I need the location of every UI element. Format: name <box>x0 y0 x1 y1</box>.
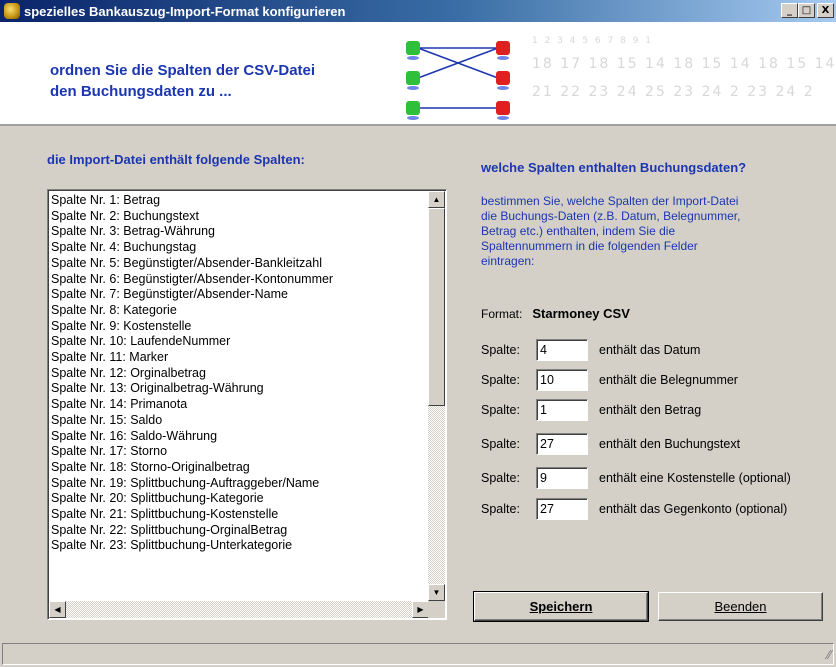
booking-data-heading: welche Spalten enthalten Buchungsdaten? <box>481 160 747 175</box>
list-item[interactable]: Spalte Nr. 2: Buchungstext <box>51 209 426 225</box>
title-bar[interactable]: spezielles Bankauszug-Import-Format konf… <box>0 0 836 22</box>
banner-line-1: ordnen Sie die Spalten der CSV-Datei <box>50 62 316 79</box>
vertical-scrollbar[interactable]: ▲ ▼ <box>428 191 445 601</box>
date-column-input[interactable] <box>536 339 588 361</box>
status-bar: ⁄⁄ <box>2 643 834 665</box>
instruction-line: Spaltennummern in die folgenden Felder <box>481 239 698 253</box>
instruction-line: die Buchungs-Daten (z.B. Datum, Belegnum… <box>481 209 741 223</box>
list-item[interactable]: Spalte Nr. 10: LaufendeNummer <box>51 334 426 350</box>
close-button[interactable]: X <box>817 3 834 18</box>
column-list: Spalte Nr. 1: Betrag Spalte Nr. 2: Buchun… <box>51 193 426 554</box>
booking-text-desc: enthält den Buchungstext <box>599 437 741 451</box>
deco-row: 1 2 3 4 5 6 7 8 9 1 <box>532 36 654 46</box>
instruction-line: Betrag etc.) enthalten, indem Sie die <box>481 224 676 238</box>
exit-button-label: Beenden <box>714 599 767 614</box>
list-item[interactable]: Spalte Nr. 23: Splittbuchung-Unterkatego… <box>51 538 426 554</box>
instruction-line: bestimmen Sie, welche Spalten der Import… <box>481 194 739 208</box>
save-button-label: Speichern <box>529 599 593 614</box>
list-item[interactable]: Spalte Nr. 3: Betrag-Währung <box>51 224 426 240</box>
format-row: Format: Starmoney CSV <box>481 306 630 321</box>
column-label: Spalte: <box>481 403 520 417</box>
counter-account-row: Spalte: enthält das Gegenkonto (optional… <box>481 497 787 521</box>
list-item[interactable]: Spalte Nr. 8: Kategorie <box>51 303 426 319</box>
maximize-button[interactable]: □ <box>798 3 815 18</box>
list-item[interactable]: Spalte Nr. 22: Splittbuchung-OrginalBetr… <box>51 523 426 539</box>
calendar-decoration: 1 2 3 4 5 6 7 8 9 1 18 17 18 15 14 18 15… <box>532 30 836 120</box>
scroll-down-button[interactable]: ▼ <box>428 584 445 601</box>
list-item[interactable]: Spalte Nr. 17: Storno <box>51 444 426 460</box>
cost-center-desc: enthält eine Kostenstelle (optional) <box>599 471 791 485</box>
column-label: Spalte: <box>481 373 520 387</box>
list-item[interactable]: Spalte Nr. 15: Saldo <box>51 413 426 429</box>
counter-account-input[interactable] <box>536 498 588 520</box>
deco-row: 18 17 18 15 14 18 15 14 18 15 14 <box>532 56 836 72</box>
scroll-left-button[interactable]: ◀ <box>49 601 66 618</box>
format-value: Starmoney CSV <box>532 306 630 321</box>
date-column-desc: enthält das Datum <box>599 343 701 357</box>
receipt-number-input[interactable] <box>536 369 588 391</box>
list-item[interactable]: Spalte Nr. 12: Orginalbetrag <box>51 366 426 382</box>
list-item[interactable]: Spalte Nr. 19: Splittbuchung-Auftraggebe… <box>51 476 426 492</box>
window-controls: _ □ X <box>781 3 834 18</box>
booking-text-input[interactable] <box>536 433 588 455</box>
cost-center-row: Spalte: enthält eine Kostenstelle (optio… <box>481 466 791 490</box>
header-banner: ordnen Sie die Spalten der CSV-Datei den… <box>0 22 836 126</box>
deco-row: 21 22 23 24 25 23 24 2 23 24 2 <box>532 84 815 100</box>
list-item[interactable]: Spalte Nr. 18: Storno-Originalbetrag <box>51 460 426 476</box>
list-item[interactable]: Spalte Nr. 13: Originalbetrag-Währung <box>51 381 426 397</box>
date-column-row: Spalte: enthält das Datum <box>481 338 700 362</box>
list-item[interactable]: Spalte Nr. 7: Begünstigter/Absender-Name <box>51 287 426 303</box>
list-item[interactable]: Spalte Nr. 5: Begünstigter/Absender-Bank… <box>51 256 426 272</box>
format-label: Format: <box>481 307 523 321</box>
minimize-button[interactable]: _ <box>781 3 798 18</box>
counter-account-desc: enthält das Gegenkonto (optional) <box>599 502 788 516</box>
banner-text: ordnen Sie die Spalten der CSV-Datei den… <box>50 60 315 102</box>
banner-line-2: den Buchungsdaten zu ... <box>50 83 232 100</box>
booking-text-row: Spalte: enthält den Buchungstext <box>481 432 740 456</box>
column-label: Spalte: <box>481 502 520 516</box>
list-item[interactable]: Spalte Nr. 21: Splittbuchung-Kostenstell… <box>51 507 426 523</box>
list-item[interactable]: Spalte Nr. 11: Marker <box>51 350 426 366</box>
list-item[interactable]: Spalte Nr. 4: Buchungstag <box>51 240 426 256</box>
import-columns-heading: die Import-Datei enthält folgende Spalte… <box>47 152 305 167</box>
horizontal-scrollbar[interactable]: ◀ ▶ <box>49 601 429 618</box>
list-item[interactable]: Spalte Nr. 9: Kostenstelle <box>51 319 426 335</box>
amount-input[interactable] <box>536 399 588 421</box>
window-title: spezielles Bankauszug-Import-Format konf… <box>24 3 346 19</box>
list-item[interactable]: Spalte Nr. 6: Begünstigter/Absender-Kont… <box>51 272 426 288</box>
coins-icon <box>4 3 20 19</box>
column-mapping-icon <box>406 41 510 120</box>
list-item[interactable]: Spalte Nr. 14: Primanota <box>51 397 426 413</box>
list-item[interactable]: Spalte Nr. 1: Betrag <box>51 193 426 209</box>
column-label: Spalte: <box>481 343 520 357</box>
scroll-corner <box>428 601 445 618</box>
scroll-thumb[interactable] <box>428 208 445 406</box>
instructions: bestimmen Sie, welche Spalten der Import… <box>481 194 811 269</box>
list-item[interactable]: Spalte Nr. 20: Splittbuchung-Kategorie <box>51 491 426 507</box>
resize-grip-icon[interactable]: ⁄⁄ <box>827 648 831 662</box>
amount-desc: enthält den Betrag <box>599 403 702 417</box>
scroll-up-button[interactable]: ▲ <box>428 191 445 208</box>
amount-row: Spalte: enthält den Betrag <box>481 398 701 422</box>
column-label: Spalte: <box>481 471 520 485</box>
cost-center-input[interactable] <box>536 467 588 489</box>
exit-button[interactable]: Beenden <box>658 592 823 621</box>
list-item[interactable]: Spalte Nr. 16: Saldo-Währung <box>51 429 426 445</box>
save-button[interactable]: Speichern <box>473 591 649 622</box>
receipt-number-desc: enthält die Belegnummer <box>599 373 738 387</box>
instruction-line: eintragen: <box>481 254 535 268</box>
receipt-number-row: Spalte: enthält die Belegnummer <box>481 368 738 392</box>
column-label: Spalte: <box>481 437 520 451</box>
scroll-right-button[interactable]: ▶ <box>412 601 429 618</box>
column-listbox[interactable]: Spalte Nr. 1: Betrag Spalte Nr. 2: Buchun… <box>47 189 447 620</box>
